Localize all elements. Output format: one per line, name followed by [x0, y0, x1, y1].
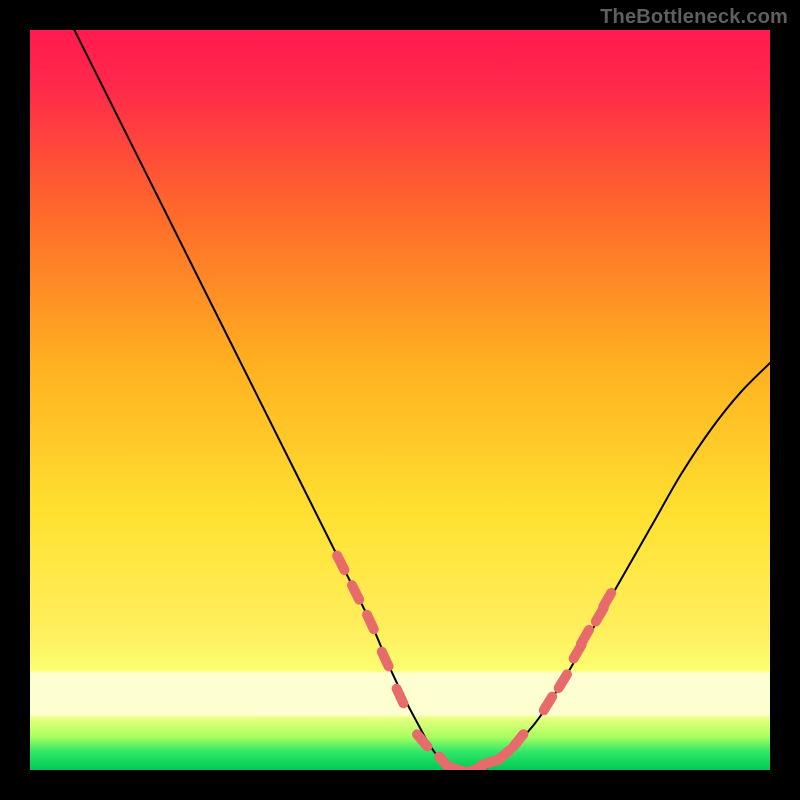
curve-marker	[603, 593, 611, 607]
watermark-text: TheBottleneck.com	[600, 6, 788, 29]
chart-frame	[30, 30, 770, 770]
curve-marker	[337, 556, 344, 570]
curve-marker	[397, 689, 404, 704]
curve-marker	[581, 630, 589, 644]
plot-background	[30, 30, 770, 770]
curve-marker	[382, 652, 389, 667]
curve-marker	[352, 585, 359, 599]
chart-svg	[30, 30, 770, 770]
curve-marker	[367, 615, 374, 629]
